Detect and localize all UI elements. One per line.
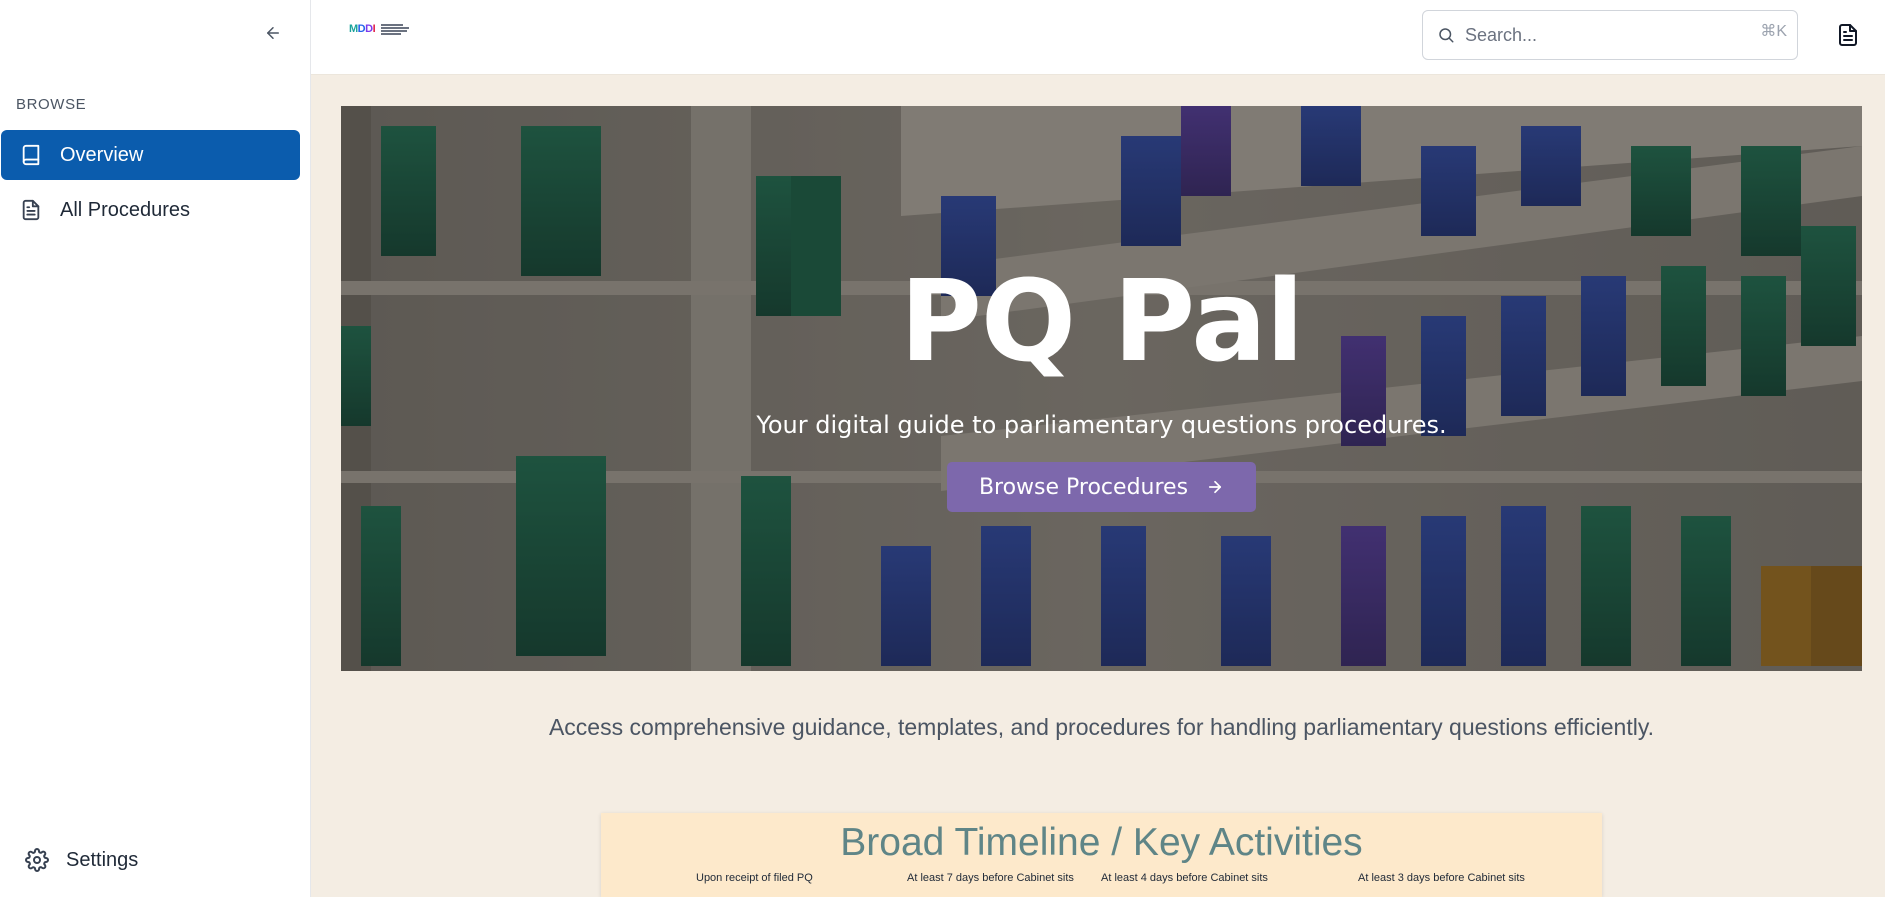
gear-icon <box>24 847 50 873</box>
hero-overlay <box>341 106 1862 671</box>
top-header: MDDI ⌘K <box>311 0 1885 75</box>
search-box[interactable]: ⌘K <box>1422 10 1798 60</box>
logo-wordmark <box>381 23 410 35</box>
timeline-step: At least 7 days before Cabinet sits <box>907 872 1074 884</box>
browse-procedures-label: Browse Procedures <box>978 474 1189 500</box>
book-icon <box>19 143 43 167</box>
timeline-step: Upon receipt of filed PQ <box>696 872 813 884</box>
document-icon <box>19 198 43 222</box>
browse-procedures-button[interactable]: Browse Procedures <box>947 462 1256 512</box>
docs-button[interactable] <box>1833 20 1863 50</box>
timeline-step: At least 4 days before Cabinet sits <box>1101 872 1268 884</box>
mddi-logo[interactable]: MDDI <box>349 23 410 35</box>
collapse-sidebar-button[interactable] <box>258 18 288 48</box>
timeline-image: Broad Timeline / Key Activities Upon rec… <box>601 813 1602 897</box>
timeline-title: Broad Timeline / Key Activities <box>840 821 1363 864</box>
browse-section-label: BROWSE <box>16 96 87 113</box>
timeline-step: At least 3 days before Cabinet sits <box>1358 872 1525 884</box>
intro-text: Access comprehensive guidance, templates… <box>548 714 1655 740</box>
settings-label: Settings <box>66 848 139 871</box>
hero-title: PQ Pal <box>899 257 1304 387</box>
search-shortcut-hint: ⌘K <box>1760 23 1787 40</box>
logo-mark: MDDI <box>349 23 376 35</box>
settings-button[interactable]: Settings <box>24 847 138 873</box>
arrow-left-icon <box>267 27 279 39</box>
sidebar-item-all-procedures[interactable]: All Procedures <box>1 185 300 235</box>
sidebar: BROWSE Overview All Procedures Settings <box>0 0 311 897</box>
hero-banner: PQ Pal Your digital guide to parliamenta… <box>341 106 1862 671</box>
sidebar-item-overview[interactable]: Overview <box>1 130 300 180</box>
sidebar-item-label: All Procedures <box>60 198 191 221</box>
sidebar-item-label: Overview <box>60 143 144 166</box>
document-icon <box>1839 24 1857 46</box>
hero-subtitle: Your digital guide to parliamentary ques… <box>756 411 1447 439</box>
search-icon <box>1439 28 1454 43</box>
arrow-right-icon <box>1206 478 1224 496</box>
search-input[interactable] <box>1465 24 1745 46</box>
